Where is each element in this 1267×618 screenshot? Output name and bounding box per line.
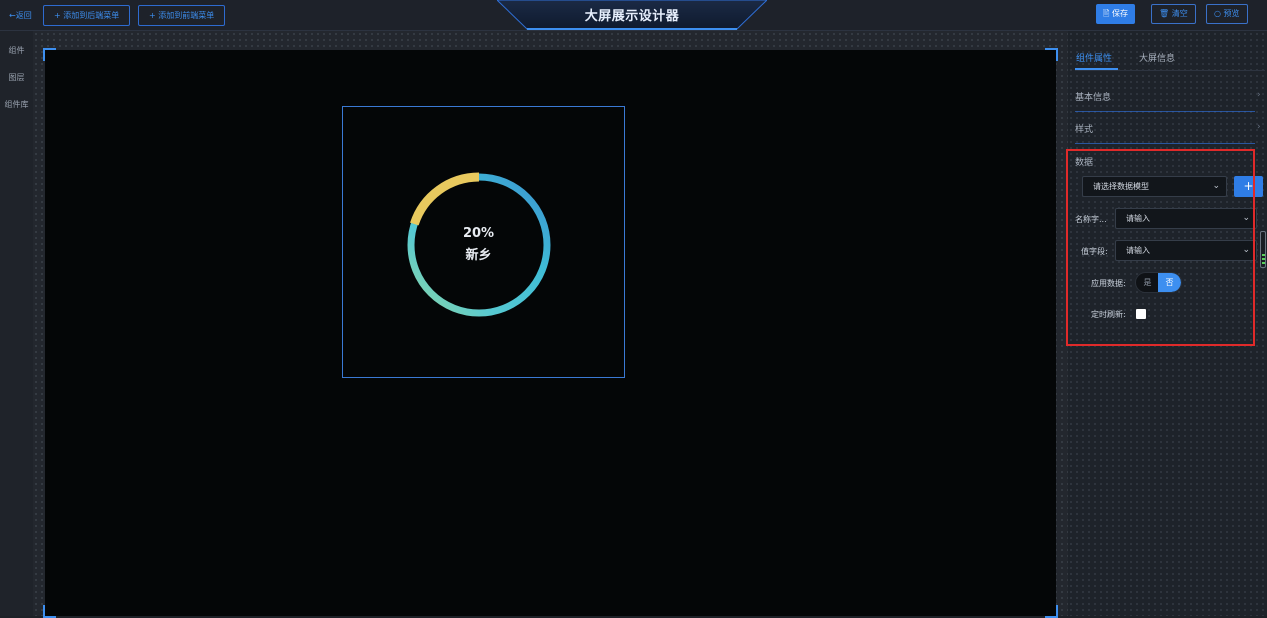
tab-screen-info[interactable]: 大屏信息 <box>1139 51 1175 64</box>
chevron-right-icon[interactable]: › <box>1257 90 1261 100</box>
back-button[interactable]: ←返回 <box>9 10 32 21</box>
add-to-backend-menu-button[interactable]: + 添加到后端菜单 <box>43 5 131 26</box>
top-toolbar: ←返回 + 添加到后端菜单 + 添加到前端菜单 大屏展示设计器 🖹 保存 🗑 清… <box>0 0 1267 31</box>
canvas-corner-top-left <box>43 48 56 61</box>
ring-name-label: 新乡 <box>465 248 492 263</box>
scroll-grip <box>1262 262 1265 264</box>
section-style[interactable]: 样式 <box>1075 122 1093 135</box>
tab-component-properties[interactable]: 组件属性 <box>1076 51 1112 64</box>
ring-chart-widget[interactable]: 20% 新乡 <box>342 106 625 378</box>
page-title: 大屏展示设计器 <box>584 9 680 24</box>
sidebar-item-layers[interactable]: 图层 <box>0 72 33 83</box>
scroll-grip <box>1262 258 1265 260</box>
sidebar-item-component-library[interactable]: 组件库 <box>0 99 33 110</box>
ring-percent-label: 20% <box>462 226 495 241</box>
section-basic-info[interactable]: 基本信息 <box>1075 90 1111 103</box>
section-divider <box>1075 143 1255 144</box>
design-workspace: 20% 新乡 <box>33 31 1068 618</box>
ring-chart <box>407 172 551 317</box>
tab-divider <box>1075 70 1265 71</box>
chevron-right-icon[interactable]: › <box>1257 122 1261 132</box>
highlight-annotation-box <box>1066 149 1255 346</box>
save-button[interactable]: 🖹 保存 <box>1096 4 1135 24</box>
scroll-grip <box>1262 254 1265 256</box>
clear-button[interactable]: 🗑 清空 <box>1151 4 1196 24</box>
panel-scroll-indicator[interactable] <box>1260 231 1266 268</box>
preview-button[interactable]: ○ 预览 <box>1206 4 1248 24</box>
ring-highlight-segment <box>410 172 480 226</box>
screen-canvas[interactable]: 20% 新乡 <box>43 48 1058 618</box>
title-banner: 大屏展示设计器 <box>497 0 767 31</box>
add-to-frontend-menu-button[interactable]: + 添加到前端菜单 <box>138 5 226 26</box>
sidebar-item-components[interactable]: 组件 <box>0 45 33 56</box>
left-sidebar: 组件 图层 组件库 <box>0 31 33 616</box>
section-divider <box>1075 111 1255 112</box>
canvas-corner-top-right <box>1045 48 1058 61</box>
